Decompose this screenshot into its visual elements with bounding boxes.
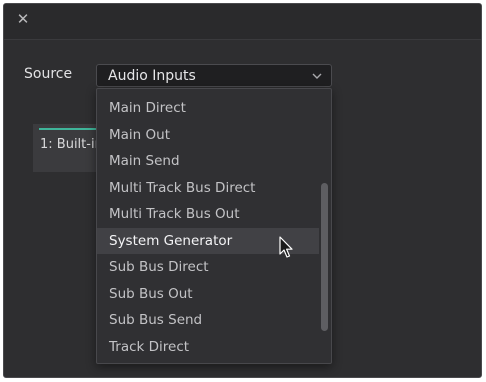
- menu-item-multi-track-bus-direct[interactable]: Multi Track Bus Direct: [97, 175, 319, 201]
- menu-item-multi-track-bus-out[interactable]: Multi Track Bus Out: [97, 201, 319, 227]
- audio-source-dialog: ✕ Source Audio Inputs 1: Built-in Main D…: [3, 3, 482, 378]
- menu-item-main-send[interactable]: Main Send: [97, 148, 319, 174]
- channel-label: 1: Built-in: [40, 137, 103, 152]
- source-dropdown[interactable]: Audio Inputs: [96, 64, 332, 87]
- source-label: Source: [24, 66, 73, 82]
- chevron-down-icon: [312, 73, 322, 79]
- title-bar: ✕: [4, 4, 481, 40]
- channel-strip[interactable]: 1: Built-in: [33, 124, 103, 172]
- menu-scrollbar[interactable]: [321, 183, 328, 331]
- channel-accent-bar: [39, 128, 99, 130]
- menu-item-main-direct[interactable]: Main Direct: [97, 95, 319, 121]
- close-icon[interactable]: ✕: [13, 9, 33, 29]
- menu-item-main-out[interactable]: Main Out: [97, 122, 319, 148]
- source-selected-value: Audio Inputs: [108, 68, 196, 84]
- mouse-pointer-icon: [279, 236, 293, 258]
- source-options-menu: Main Direct Main Out Main Send Multi Tra…: [96, 88, 332, 364]
- menu-item-sub-bus-out[interactable]: Sub Bus Out: [97, 281, 319, 307]
- menu-item-sub-bus-send[interactable]: Sub Bus Send: [97, 307, 319, 333]
- menu-item-track-direct[interactable]: Track Direct: [97, 334, 319, 360]
